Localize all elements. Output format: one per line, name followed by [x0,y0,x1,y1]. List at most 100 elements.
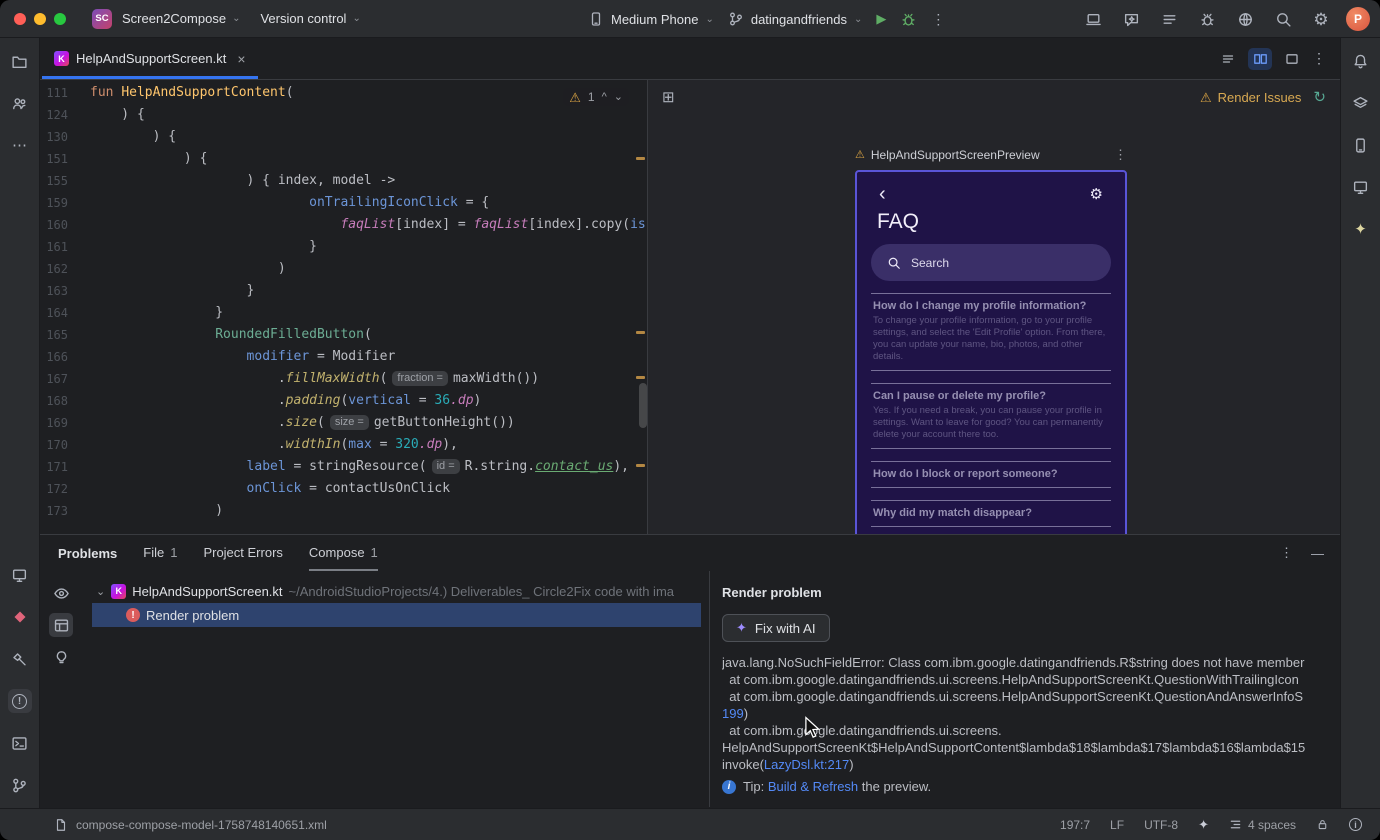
code-line[interactable]: 170 .widthIn(max = 320.dp), [40,434,647,456]
code-line[interactable]: 155 ) { index, model -> [40,170,647,192]
editor-scrollbar[interactable] [639,383,647,428]
running-devices-icon[interactable] [1349,175,1373,199]
device-selector[interactable]: Medium Phone ⌄ [588,11,714,27]
lock-icon[interactable] [1316,818,1329,831]
problems-error-node[interactable]: ! Render problem [92,603,701,627]
logcat-icon[interactable] [8,563,32,587]
faq-item[interactable]: How do I block or report someone? [871,461,1111,488]
line-number[interactable]: 165 [40,324,84,346]
close-tab-icon[interactable]: × [237,51,245,67]
app-quality-insights-icon[interactable] [8,605,32,629]
search-icon[interactable] [1270,6,1296,32]
settings-gear-icon[interactable]: ⚙ [1090,187,1103,202]
layers-icon[interactable] [1349,91,1373,115]
warning-stripe-mark[interactable] [636,376,645,379]
previous-issue-button[interactable]: ^ [602,91,607,103]
line-separator-widget[interactable]: LF [1110,818,1124,832]
code-line[interactable]: 124 ) { [40,104,647,126]
code-line[interactable]: 111 fun HelpAndSupportContent( [40,82,647,104]
warning-stripe-mark[interactable] [636,331,645,334]
warning-stripe-mark[interactable] [636,464,645,467]
editor-tab[interactable]: K HelpAndSupportScreen.kt × [42,38,258,79]
zoom-window-button[interactable] [54,12,66,25]
code-line[interactable]: 169 .size(size = getButtonHeight()) [40,412,647,434]
line-number[interactable]: 172 [40,478,84,500]
code-line[interactable]: 130 ) { [40,126,647,148]
terminal-icon[interactable] [8,731,32,755]
line-number[interactable]: 163 [40,280,84,302]
code-line[interactable]: 168 .padding(vertical = 36.dp) [40,390,647,412]
code-editor[interactable]: 111 fun HelpAndSupportContent(124 ) {130 … [40,80,648,534]
user-avatar[interactable]: P [1346,7,1370,31]
line-number[interactable]: 124 [40,104,84,126]
caret-position-widget[interactable]: 197:7 [1060,818,1090,832]
build-icon[interactable] [8,647,32,671]
fix-with-ai-button[interactable]: ✦ Fix with AI [722,614,830,642]
code-view-icon[interactable] [1216,48,1240,70]
code-line[interactable]: 151 ) { [40,148,647,170]
split-view-icon[interactable] [1248,47,1272,70]
faq-item[interactable]: Why did my match disappear? [871,500,1111,527]
next-issue-button[interactable]: ⌄ [614,91,623,103]
faq-search-bar[interactable]: Search [871,244,1111,281]
ai-assistant-icon[interactable] [1118,6,1144,32]
preview-more-icon[interactable]: ⋮ [1114,147,1127,163]
task-list-icon[interactable] [1156,6,1182,32]
branch-selector[interactable]: datingandfriends ⌄ [728,11,862,27]
refresh-preview-icon[interactable]: ↻ [1313,88,1326,106]
code-line[interactable]: 161 } [40,236,647,258]
faq-item[interactable]: Can I pause or delete my profile? Yes. If… [871,383,1111,449]
inspections-widget[interactable]: ⚠ 1 ^ ⌄ [563,88,629,106]
more-actions-icon[interactable]: ⋮ [931,11,945,28]
gemini-icon[interactable]: ✦ [1349,217,1373,241]
pull-requests-icon[interactable] [8,91,32,115]
code-line[interactable]: 159 onTrailingIconClick = { [40,192,647,214]
line-number[interactable]: 160 [40,214,84,236]
stack-trace-link[interactable]: 199 [722,706,744,721]
version-control-icon[interactable] [8,773,32,797]
device-mirroring-icon[interactable] [1080,6,1106,32]
preview-layout-icon[interactable]: ⊞ [662,88,675,106]
problems-tab-project-errors[interactable]: Project Errors [203,535,282,571]
minimize-window-button[interactable] [34,12,46,25]
device-streaming-icon[interactable] [1232,6,1258,32]
line-number[interactable]: 167 [40,368,84,390]
code-line[interactable]: 160 faqList[index] = faqList[index].copy… [40,214,647,236]
gemini-status-icon[interactable]: ✦ [1198,817,1209,833]
encoding-widget[interactable]: UTF-8 [1144,818,1178,832]
problems-tab-compose[interactable]: Compose 1 [308,535,378,571]
tool-window-options-icon[interactable]: ⋮ [1280,545,1293,561]
line-number[interactable]: 111 [40,82,84,104]
line-number[interactable]: 173 [40,500,84,522]
line-number[interactable]: 169 [40,412,84,434]
debug-button[interactable] [900,11,917,28]
build-refresh-link[interactable]: Build & Refresh [768,779,858,794]
close-window-button[interactable] [14,12,26,25]
device-manager-icon[interactable] [1349,133,1373,157]
line-number[interactable]: 166 [40,346,84,368]
code-line[interactable]: 166 modifier = Modifier [40,346,647,368]
notifications-icon[interactable] [1349,49,1373,73]
more-options-icon[interactable]: ⋮ [1312,50,1326,67]
code-line[interactable]: 172 onClick = contactUsOnClick [40,478,647,500]
line-number[interactable]: 159 [40,192,84,214]
code-line[interactable]: 165 RoundedFilledButton( [40,324,647,346]
show-details-panel-icon[interactable] [49,613,73,637]
problems-file-node[interactable]: ⌄ K HelpAndSupportScreen.kt ~/AndroidStu… [92,579,701,603]
code-line[interactable]: 173 ) [40,500,647,522]
run-button[interactable]: ▶ [876,11,886,27]
line-number[interactable]: 168 [40,390,84,412]
bug-report-icon[interactable] [1194,6,1220,32]
quick-fix-bulb-icon[interactable] [49,645,73,669]
statusbar-file-widget[interactable]: compose-compose-model-1758748140651.xml [54,818,327,832]
design-view-icon[interactable] [1280,48,1304,70]
problems-tool-icon[interactable]: ! [7,689,32,713]
faq-item[interactable]: How do I change my profile information? T… [871,293,1111,371]
line-number[interactable]: 170 [40,434,84,456]
code-line[interactable]: 171 label = stringResource(id = R.string.… [40,456,647,478]
preview-card[interactable]: ⚠ HelpAndSupportScreenPreview ⋮ ‹ ⚙ FAQ [855,144,1127,534]
project-tool-icon[interactable] [8,49,32,73]
project-menu[interactable]: Screen2Compose ⌄ [112,7,250,30]
more-tool-windows-icon[interactable]: ⋯ [8,133,32,157]
code-line[interactable]: 167 .fillMaxWidth(fraction = maxWidth()) [40,368,647,390]
